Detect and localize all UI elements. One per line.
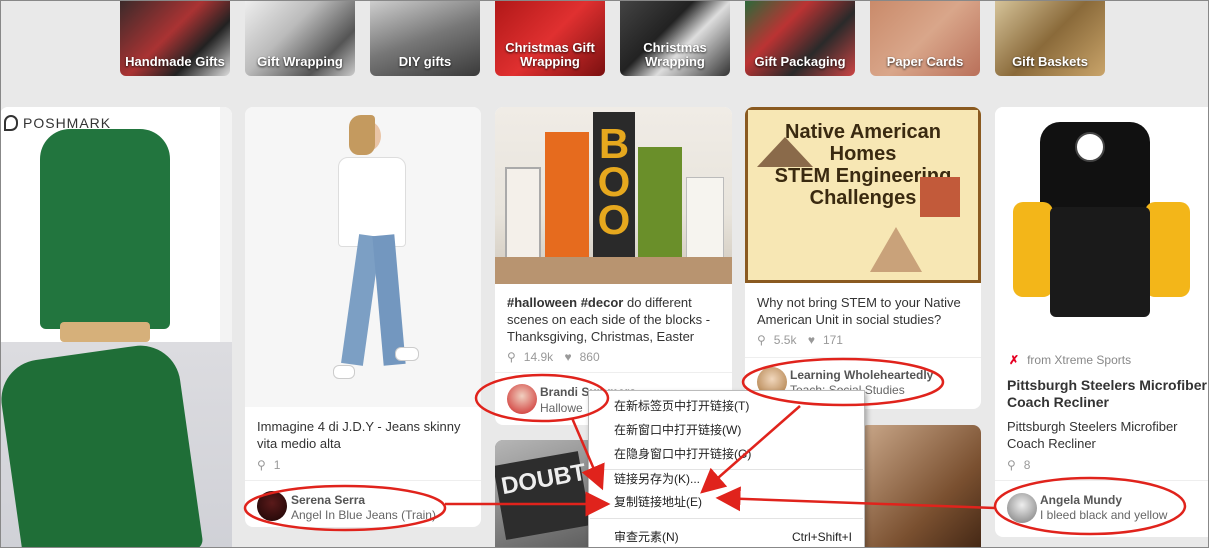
avatar[interactable]	[257, 491, 287, 521]
poshmark-p-icon	[4, 115, 18, 131]
category-gift-wrapping[interactable]: Gift Wrapping	[245, 0, 355, 76]
category-label: Gift Baskets	[1012, 54, 1088, 69]
divider	[745, 357, 981, 358]
menu-open-incognito[interactable]: 在隐身窗口中打开链接(G)	[614, 443, 854, 465]
divider	[245, 480, 481, 481]
context-menu: 在新标签页中打开链接(T) 在新窗口中打开链接(W) 在隐身窗口中打开链接(G)…	[588, 390, 865, 548]
category-label: Gift Wrapping	[257, 54, 343, 69]
tipi-icon	[870, 227, 922, 272]
divider	[995, 480, 1209, 481]
frankenstein-block	[638, 147, 682, 267]
menu-open-new-window[interactable]: 在新窗口中打开链接(W)	[614, 419, 854, 441]
board-name[interactable]: I bleed black and yellow	[1040, 508, 1167, 522]
green-top-image	[40, 129, 170, 329]
user-name[interactable]: Serena Serra	[291, 493, 365, 507]
ghost-block	[686, 177, 724, 267]
menu-open-new-tab[interactable]: 在新标签页中打开链接(T)	[614, 395, 854, 417]
category-label: Paper Cards	[886, 54, 964, 69]
mannequin-stand	[60, 322, 150, 342]
white-shirt	[338, 157, 406, 247]
pin-steelers[interactable]: ✗ from Xtreme Sports Pittsburgh Steelers…	[995, 107, 1209, 537]
category-christmas-gift-wrapping[interactable]: Christmas Gift Wrapping	[495, 0, 605, 76]
category-diy-gifts[interactable]: DIY gifts	[370, 0, 480, 76]
pin-description: #halloween #decor do different scenes on…	[507, 294, 722, 345]
pin-title: Pittsburgh Steelers Microfiber Coach Rec…	[1007, 377, 1207, 410]
category-gift-baskets[interactable]: Gift Baskets	[995, 0, 1105, 76]
repin-icon: ⚲	[757, 333, 766, 347]
pin-description: Immagine 4 di J.D.Y - Jeans skinny vita …	[257, 419, 461, 451]
menu-inspect-element[interactable]: 审查元素(N) Ctrl+Shift+I	[614, 526, 864, 548]
sneaker	[395, 347, 419, 361]
ghost-block	[505, 167, 541, 267]
menu-save-link-as[interactable]: 链接另存为(K)...	[614, 468, 854, 490]
menu-item-label: 审查元素(N)	[614, 530, 679, 544]
steelers-logo-icon	[1075, 132, 1105, 162]
divider	[495, 372, 732, 373]
category-handmade-gifts[interactable]: Handmade Gifts	[120, 0, 230, 76]
poshmark-logo: POSHMARK	[4, 115, 111, 131]
category-christmas-wrapping[interactable]: Christmas Wrapping	[620, 0, 730, 76]
like-count: 860	[579, 350, 600, 364]
user-name[interactable]: Angela Mundy	[1040, 493, 1122, 507]
category-paper-cards[interactable]: Paper Cards	[870, 0, 980, 76]
recliner-arm	[1013, 202, 1053, 297]
pin-partial[interactable]	[860, 425, 981, 548]
menu-separator	[590, 518, 863, 519]
avatar[interactable]	[507, 384, 537, 414]
hashtag[interactable]: #halloween	[507, 295, 577, 310]
pinterest-page: Handmade Gifts Gift Wrapping DIY gifts C…	[0, 0, 1209, 548]
pin-jeans[interactable]: Immagine 4 di J.D.Y - Jeans skinny vita …	[245, 107, 481, 527]
repin-icon: ⚲	[507, 350, 516, 364]
wood-base	[495, 257, 732, 284]
model-hair	[349, 115, 375, 155]
repin-icon: ⚲	[257, 458, 266, 472]
heart-icon: ♥	[807, 333, 815, 347]
repin-icon: ⚲	[1007, 458, 1016, 472]
board-name[interactable]: Angel In Blue Jeans (Train)	[291, 508, 436, 522]
pin-stats: ⚲ 8	[1007, 458, 1038, 472]
green-top-image	[0, 340, 204, 548]
repin-count: 14.9k	[523, 350, 554, 364]
board-name[interactable]: Hallowe	[540, 401, 583, 415]
pin-stats: ⚲ 1	[257, 458, 288, 472]
category-gift-packaging[interactable]: Gift Packaging	[745, 0, 855, 76]
pin-description: Pittsburgh Steelers Microfiber Coach Rec…	[1007, 419, 1178, 451]
pin-native-american[interactable]: Native American Homes STEM Engineering C…	[745, 107, 981, 409]
pin-description: Why not bring STEM to your Native Americ…	[757, 295, 961, 327]
boo-letters: BOO	[597, 120, 631, 243]
xtreme-x-icon: ✗	[1009, 353, 1020, 367]
menu-shortcut: Ctrl+Shift+I	[791, 530, 852, 544]
pumpkin-block	[545, 132, 589, 267]
heart-icon: ♥	[564, 350, 572, 364]
repin-count: 1	[273, 458, 281, 472]
pin-stats: ⚲ 14.9k ♥ 860	[507, 350, 608, 364]
like-count: 171	[822, 333, 843, 347]
category-label: Gift Packaging	[754, 54, 846, 69]
avatar[interactable]	[1007, 493, 1037, 523]
source-label: from Xtreme Sports	[1027, 353, 1132, 367]
pueblo-icon	[920, 177, 960, 217]
recliner-seat	[1050, 207, 1150, 317]
user-name[interactable]: Learning Wholeheartedly	[790, 368, 933, 382]
pin-stats: ⚲ 5.5k ♥ 171	[757, 333, 851, 347]
pin-source[interactable]: ✗ from Xtreme Sports	[1009, 353, 1131, 367]
category-label: Christmas Wrapping	[643, 40, 707, 69]
repin-count: 5.5k	[773, 333, 797, 347]
sneaker	[333, 365, 355, 379]
recliner-arm	[1145, 202, 1190, 297]
pin-image	[860, 425, 981, 548]
category-label: DIY gifts	[398, 54, 452, 69]
pin-poshmark[interactable]: POSHMARK	[0, 107, 232, 548]
category-label: Christmas Gift Wrapping	[505, 40, 595, 69]
repin-count: 8	[1023, 458, 1031, 472]
tipi-icon	[757, 137, 813, 167]
hashtag[interactable]: #decor	[581, 295, 624, 310]
brand-name: POSHMARK	[23, 115, 112, 131]
pin-boo[interactable]: BOO #halloween #decor do different scene…	[495, 107, 732, 425]
category-label: Handmade Gifts	[125, 54, 225, 69]
menu-copy-link-address[interactable]: 复制链接地址(E)	[614, 491, 854, 513]
